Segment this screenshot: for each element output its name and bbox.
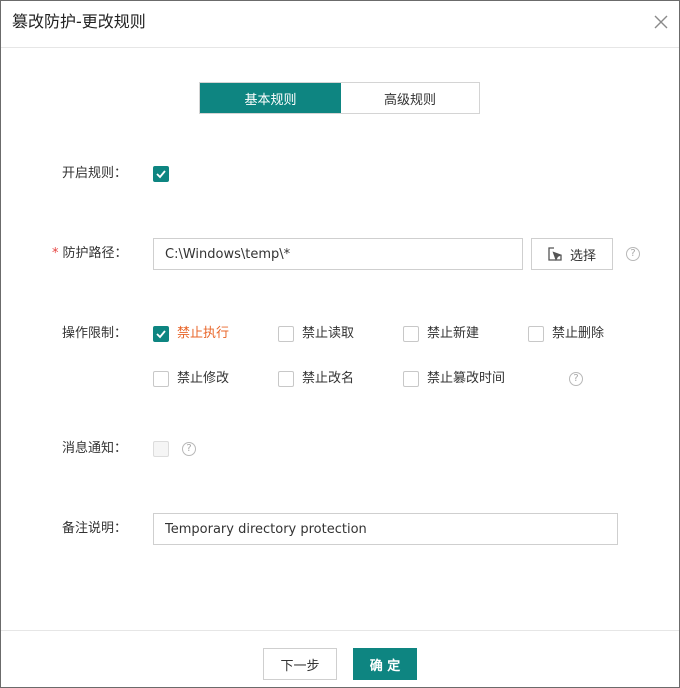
forbid-read-checkbox[interactable] bbox=[278, 326, 294, 342]
close-icon[interactable] bbox=[653, 14, 669, 30]
forbid-tamper-time-label: 禁止篡改时间 bbox=[427, 371, 506, 386]
forbid-delete-checkbox[interactable] bbox=[528, 326, 544, 342]
rule-tabs: 基本规则 高级规则 bbox=[199, 82, 480, 114]
operation-limits-label: 操作限制： bbox=[62, 326, 128, 341]
required-mark: * bbox=[52, 246, 59, 261]
forbid-modify-checkbox[interactable] bbox=[153, 371, 169, 387]
forbid-read-label: 禁止读取 bbox=[302, 326, 355, 341]
change-rule-dialog: 篡改防护-更改规则 基本规则 高级规则 开启规则： *防护路径： 选择 ? 操作… bbox=[0, 0, 680, 688]
forbid-tamper-time-checkbox[interactable] bbox=[403, 371, 419, 387]
confirm-button[interactable]: 确 定 bbox=[353, 648, 417, 680]
notify-label: 消息通知： bbox=[62, 441, 128, 456]
select-cursor-icon bbox=[548, 247, 562, 261]
forbid-delete-label: 禁止删除 bbox=[552, 326, 605, 341]
forbid-execute-checkbox[interactable] bbox=[153, 326, 169, 342]
select-path-button[interactable]: 选择 bbox=[531, 238, 613, 270]
tab-basic-rules[interactable]: 基本规则 bbox=[200, 83, 341, 113]
protect-path-input[interactable] bbox=[153, 238, 523, 270]
dialog-title: 篡改防护-更改规则 bbox=[12, 12, 146, 31]
forbid-modify-label: 禁止修改 bbox=[177, 371, 230, 386]
help-icon[interactable]: ? bbox=[569, 372, 583, 386]
next-step-button[interactable]: 下一步 bbox=[263, 648, 337, 680]
forbid-create-label: 禁止新建 bbox=[427, 326, 480, 341]
help-icon[interactable]: ? bbox=[182, 442, 196, 456]
enable-rule-checkbox[interactable] bbox=[153, 166, 169, 182]
remark-label: 备注说明： bbox=[62, 521, 128, 536]
forbid-execute-label: 禁止执行 bbox=[177, 326, 230, 341]
dialog-footer: 下一步 确 定 bbox=[1, 630, 679, 687]
forbid-rename-label: 禁止改名 bbox=[302, 371, 355, 386]
notify-checkbox bbox=[153, 441, 169, 457]
tab-advanced-rules[interactable]: 高级规则 bbox=[341, 83, 479, 113]
protect-path-label-text: 防护路径： bbox=[62, 246, 128, 261]
forbid-rename-checkbox[interactable] bbox=[278, 371, 294, 387]
remark-input[interactable] bbox=[153, 513, 618, 545]
protect-path-label: * 防护路径： bbox=[52, 246, 128, 262]
check-icon bbox=[156, 330, 166, 339]
forbid-create-checkbox[interactable] bbox=[403, 326, 419, 342]
help-icon[interactable]: ? bbox=[626, 247, 640, 261]
select-button-label: 选择 bbox=[569, 248, 596, 264]
check-icon bbox=[156, 170, 166, 179]
enable-rule-label: 开启规则： bbox=[62, 166, 128, 181]
dialog-header: 篡改防护-更改规则 bbox=[1, 1, 679, 48]
